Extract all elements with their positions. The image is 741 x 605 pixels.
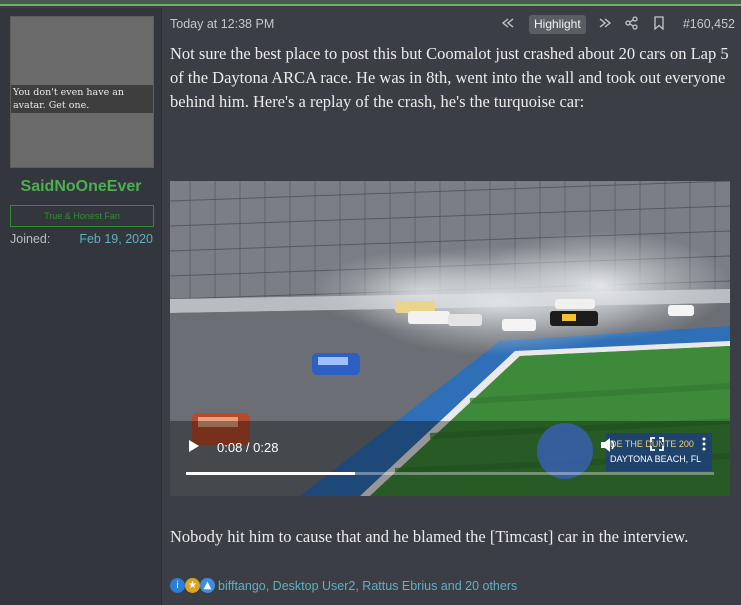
post-timestamp[interactable]: Today at 12:38 PM <box>170 17 274 31</box>
video-progress-fill <box>186 472 355 475</box>
username[interactable]: SaidNoOneEver <box>0 178 162 196</box>
top-accent-bar <box>0 0 741 6</box>
bookmark-icon[interactable] <box>653 16 665 35</box>
joined-date: Feb 19, 2020 <box>79 232 153 246</box>
next-highlight-icon[interactable] <box>598 16 612 35</box>
informative-icon: i <box>170 578 185 593</box>
post-paragraph-2: Nobody hit him to cause that and he blam… <box>170 527 689 546</box>
share-icon[interactable] <box>625 16 639 35</box>
avatar-note: You don't even have an avatar. Get one. <box>11 85 153 113</box>
post-paragraph-1: Not sure the best place to post this but… <box>170 44 729 111</box>
video-progress-track[interactable] <box>186 472 714 475</box>
reactions-list[interactable]: bifftango, Desktop User2, Rattus Ebrius … <box>218 578 517 594</box>
joined-label: Joined: <box>10 232 51 246</box>
video-player[interactable]: DE THE DUNTE 200 DAYTONA BEACH, FL 0:08 … <box>170 181 730 496</box>
avatar[interactable]: You don't even have an avatar. Get one. <box>10 16 154 168</box>
video-overlay-location: DAYTONA BEACH, FL <box>610 454 701 464</box>
highlight-button[interactable]: Highlight <box>529 15 586 34</box>
prev-highlight-icon[interactable] <box>501 16 515 35</box>
post-header: Today at 12:38 PM Highlight #160,452 <box>170 14 735 36</box>
like-icon: ▲ <box>200 578 215 593</box>
user-title: True & Honest Fan <box>10 205 154 227</box>
video-time: 0:08 / 0:28 <box>217 440 279 455</box>
user-sidebar: You don't even have an avatar. Get one. … <box>0 8 162 605</box>
post-number[interactable]: #160,452 <box>683 17 735 31</box>
winner-icon: ★ <box>185 578 200 593</box>
